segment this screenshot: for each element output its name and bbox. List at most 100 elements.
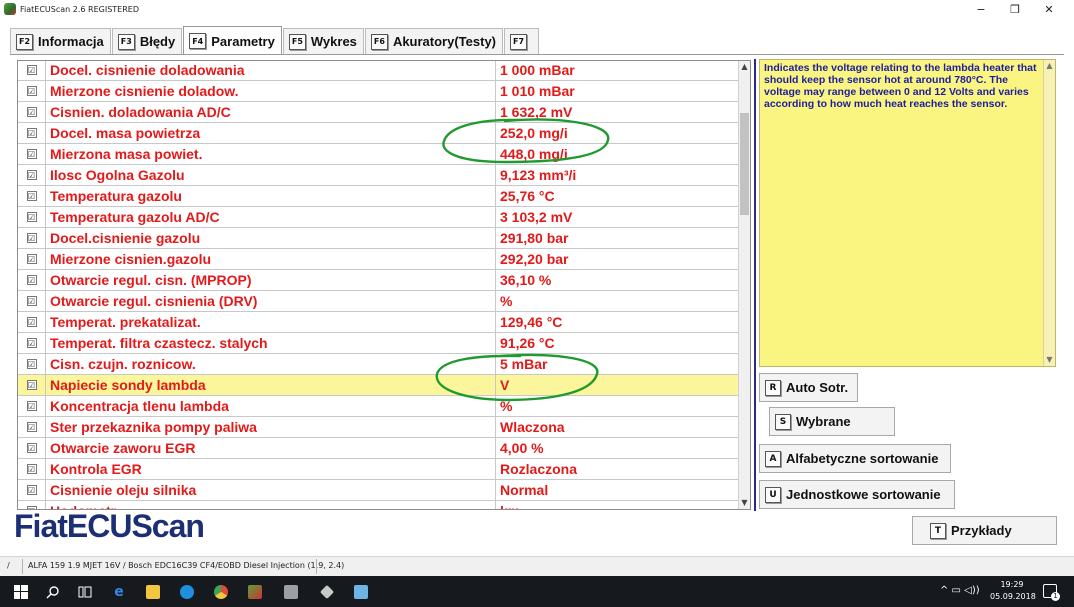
tab-informacja[interactable]: F2 Informacja — [10, 28, 111, 54]
panel-splitter[interactable] — [754, 59, 756, 511]
paint-icon[interactable] — [352, 583, 370, 601]
examples-button[interactable]: T Przykłady — [912, 516, 1057, 545]
row-checkbox[interactable]: ☑ — [26, 296, 37, 306]
edge-icon[interactable]: e — [110, 583, 128, 601]
row-checkbox[interactable]: ☑ — [26, 107, 37, 117]
parameter-row[interactable]: ☑ Mierzone cisnienie doladow. 1 010 mBar — [18, 81, 739, 102]
row-checkbox-cell[interactable]: ☑ — [18, 459, 46, 479]
parameter-row[interactable]: ☑ Temperat. filtra czastecz. stalych 91,26… — [18, 333, 739, 354]
scroll-up-arrow-icon[interactable]: ▲ — [739, 61, 750, 73]
unit-sort-button[interactable]: U Jednostkowe sortowanie — [759, 480, 955, 509]
start-icon[interactable] — [12, 583, 30, 601]
row-checkbox-cell[interactable]: ☑ — [18, 144, 46, 164]
tab-wykres[interactable]: F5 Wykres — [282, 28, 364, 54]
row-checkbox-cell[interactable]: ☑ — [18, 102, 46, 122]
scroll-down-arrow-icon[interactable]: ▼ — [739, 497, 750, 509]
skype-icon[interactable] — [178, 583, 196, 601]
parameter-row[interactable]: ☑ Koncentracja tlenu lambda% — [18, 396, 739, 417]
scroll-up-arrow-icon[interactable]: ▲ — [1044, 60, 1055, 72]
maximize-button[interactable]: ❐ — [998, 0, 1032, 18]
row-checkbox-cell[interactable]: ☑ — [18, 61, 46, 80]
row-checkbox[interactable]: ☑ — [26, 65, 37, 75]
parameter-row[interactable]: ☑ Docel.cisnienie gazolu 291,80 bar — [18, 228, 739, 249]
parameter-row[interactable]: ☑ Temperat. prekatalizat. 129,46 °C — [18, 312, 739, 333]
row-checkbox[interactable]: ☑ — [26, 317, 37, 327]
row-checkbox-cell[interactable]: ☑ — [18, 480, 46, 500]
row-checkbox[interactable]: ☑ — [26, 443, 37, 453]
row-checkbox[interactable]: ☑ — [26, 338, 37, 348]
parameter-row[interactable]: ☑ Ster przekaznika pompy paliwa Wlaczona — [18, 417, 739, 438]
table-scrollbar[interactable]: ▲ ▼ — [738, 61, 750, 509]
scroll-down-arrow-icon[interactable]: ▼ — [1044, 354, 1055, 366]
row-checkbox-cell[interactable]: ☑ — [18, 375, 46, 395]
row-checkbox[interactable]: ☑ — [26, 485, 37, 495]
row-checkbox-cell[interactable]: ☑ — [18, 312, 46, 332]
selected-sort-button[interactable]: S Wybrane — [769, 407, 895, 436]
parameter-row[interactable]: ☑ Kontrola EGR Rozlaczona — [18, 459, 739, 480]
parameter-row[interactable]: ☑ Cisnien. doladowania AD/C 1 632,2 mV — [18, 102, 739, 123]
parameter-row[interactable]: ☑ Napiecie sondy lambda V — [18, 375, 739, 396]
row-checkbox-cell[interactable]: ☑ — [18, 228, 46, 248]
network-app-icon[interactable] — [282, 583, 300, 601]
row-checkbox-cell[interactable]: ☑ — [18, 354, 46, 374]
parameter-row[interactable]: ☑ Temperatura gazolu 25,76 °C — [18, 186, 739, 207]
row-checkbox[interactable]: ☑ — [26, 149, 37, 159]
scroll-thumb[interactable] — [740, 113, 749, 215]
parameter-row[interactable]: ☑ Docel. cisnienie doladowania 1 000 mBar — [18, 61, 739, 81]
fiatecuscan-icon[interactable] — [246, 583, 264, 601]
row-checkbox[interactable]: ☑ — [26, 275, 37, 285]
description-scrollbar[interactable]: ▲ ▼ — [1043, 60, 1055, 366]
parameter-row[interactable]: ☑ Mierzone cisnien.gazolu 292,20 bar — [18, 249, 739, 270]
tab-bledy[interactable]: F3 Błędy — [111, 28, 183, 54]
tab-akuratory[interactable]: F6 Akuratory(Testy) — [364, 28, 503, 54]
search-icon[interactable] — [44, 583, 62, 601]
parameter-row[interactable]: ☑ Ilosc Ogolna Gazolu 9,123 mm³/i — [18, 165, 739, 186]
taskbar-clock[interactable]: 19:29 05.09.2018 — [990, 579, 1036, 603]
row-checkbox[interactable]: ☑ — [26, 191, 37, 201]
parameter-row[interactable]: ☑ Otwarcie zaworu EGR 4,00 % — [18, 438, 739, 459]
row-checkbox[interactable]: ☑ — [26, 422, 37, 432]
row-checkbox-cell[interactable]: ☑ — [18, 165, 46, 185]
row-checkbox[interactable]: ☑ — [26, 233, 37, 243]
parameter-row[interactable]: ☑ Otwarcie regul. cisn. (MPROP) 36,10 % — [18, 270, 739, 291]
parameter-value: % — [500, 398, 513, 414]
system-tray-icons[interactable]: ^ ▭ ◁)) — [940, 585, 980, 596]
parameter-row[interactable]: ☑ Mierzona masa powiet. 448,0 mg/i — [18, 144, 739, 165]
parameter-row[interactable]: ☑ Otwarcie regul. cisnienia (DRV) % — [18, 291, 739, 312]
row-checkbox[interactable]: ☑ — [26, 401, 37, 411]
alphabetical-sort-button[interactable]: A Alfabetyczne sortowanie — [759, 444, 951, 473]
row-checkbox[interactable]: ☑ — [26, 128, 37, 138]
row-checkbox[interactable]: ☑ — [26, 464, 37, 474]
tab-f7[interactable]: F7 — [504, 28, 540, 54]
parameter-row[interactable]: ☑ Docel. masa powietrza 252,0 mg/i — [18, 123, 739, 144]
tab-parametry[interactable]: F4 Parametry — [183, 26, 282, 55]
task-view-icon[interactable] — [76, 583, 94, 601]
row-checkbox[interactable]: ☑ — [26, 254, 37, 264]
row-checkbox-cell[interactable]: ☑ — [18, 396, 46, 416]
row-checkbox-cell[interactable]: ☑ — [18, 270, 46, 290]
parameter-row[interactable]: ☑ Cisnienie oleju silnika Normal — [18, 480, 739, 501]
parameter-row[interactable]: ☑ Temperatura gazolu AD/C 3 103,2 mV — [18, 207, 739, 228]
row-checkbox-cell[interactable]: ☑ — [18, 291, 46, 311]
chrome-icon[interactable] — [212, 583, 230, 601]
row-checkbox-cell[interactable]: ☑ — [18, 249, 46, 269]
row-checkbox[interactable]: ☑ — [26, 86, 37, 96]
row-checkbox[interactable]: ☑ — [26, 380, 37, 390]
row-checkbox[interactable]: ☑ — [26, 170, 37, 180]
parameter-row[interactable]: ☑ Cisn. czujn. roznicow. 5 mBar — [18, 354, 739, 375]
row-checkbox-cell[interactable]: ☑ — [18, 333, 46, 353]
row-checkbox-cell[interactable]: ☑ — [18, 438, 46, 458]
row-checkbox-cell[interactable]: ☑ — [18, 417, 46, 437]
close-button[interactable]: ✕ — [1032, 0, 1066, 18]
auto-sort-button[interactable]: R Auto Sotr. — [759, 373, 858, 402]
row-checkbox-cell[interactable]: ☑ — [18, 81, 46, 101]
file-explorer-icon[interactable] — [144, 583, 162, 601]
row-checkbox-cell[interactable]: ☑ — [18, 123, 46, 143]
row-checkbox-cell[interactable]: ☑ — [18, 207, 46, 227]
row-checkbox-cell[interactable]: ☑ — [18, 186, 46, 206]
column-divider — [495, 396, 496, 416]
minimize-button[interactable]: − — [964, 0, 998, 18]
row-checkbox[interactable]: ☑ — [26, 212, 37, 222]
row-checkbox[interactable]: ☑ — [26, 359, 37, 369]
tools-icon[interactable] — [318, 583, 336, 601]
